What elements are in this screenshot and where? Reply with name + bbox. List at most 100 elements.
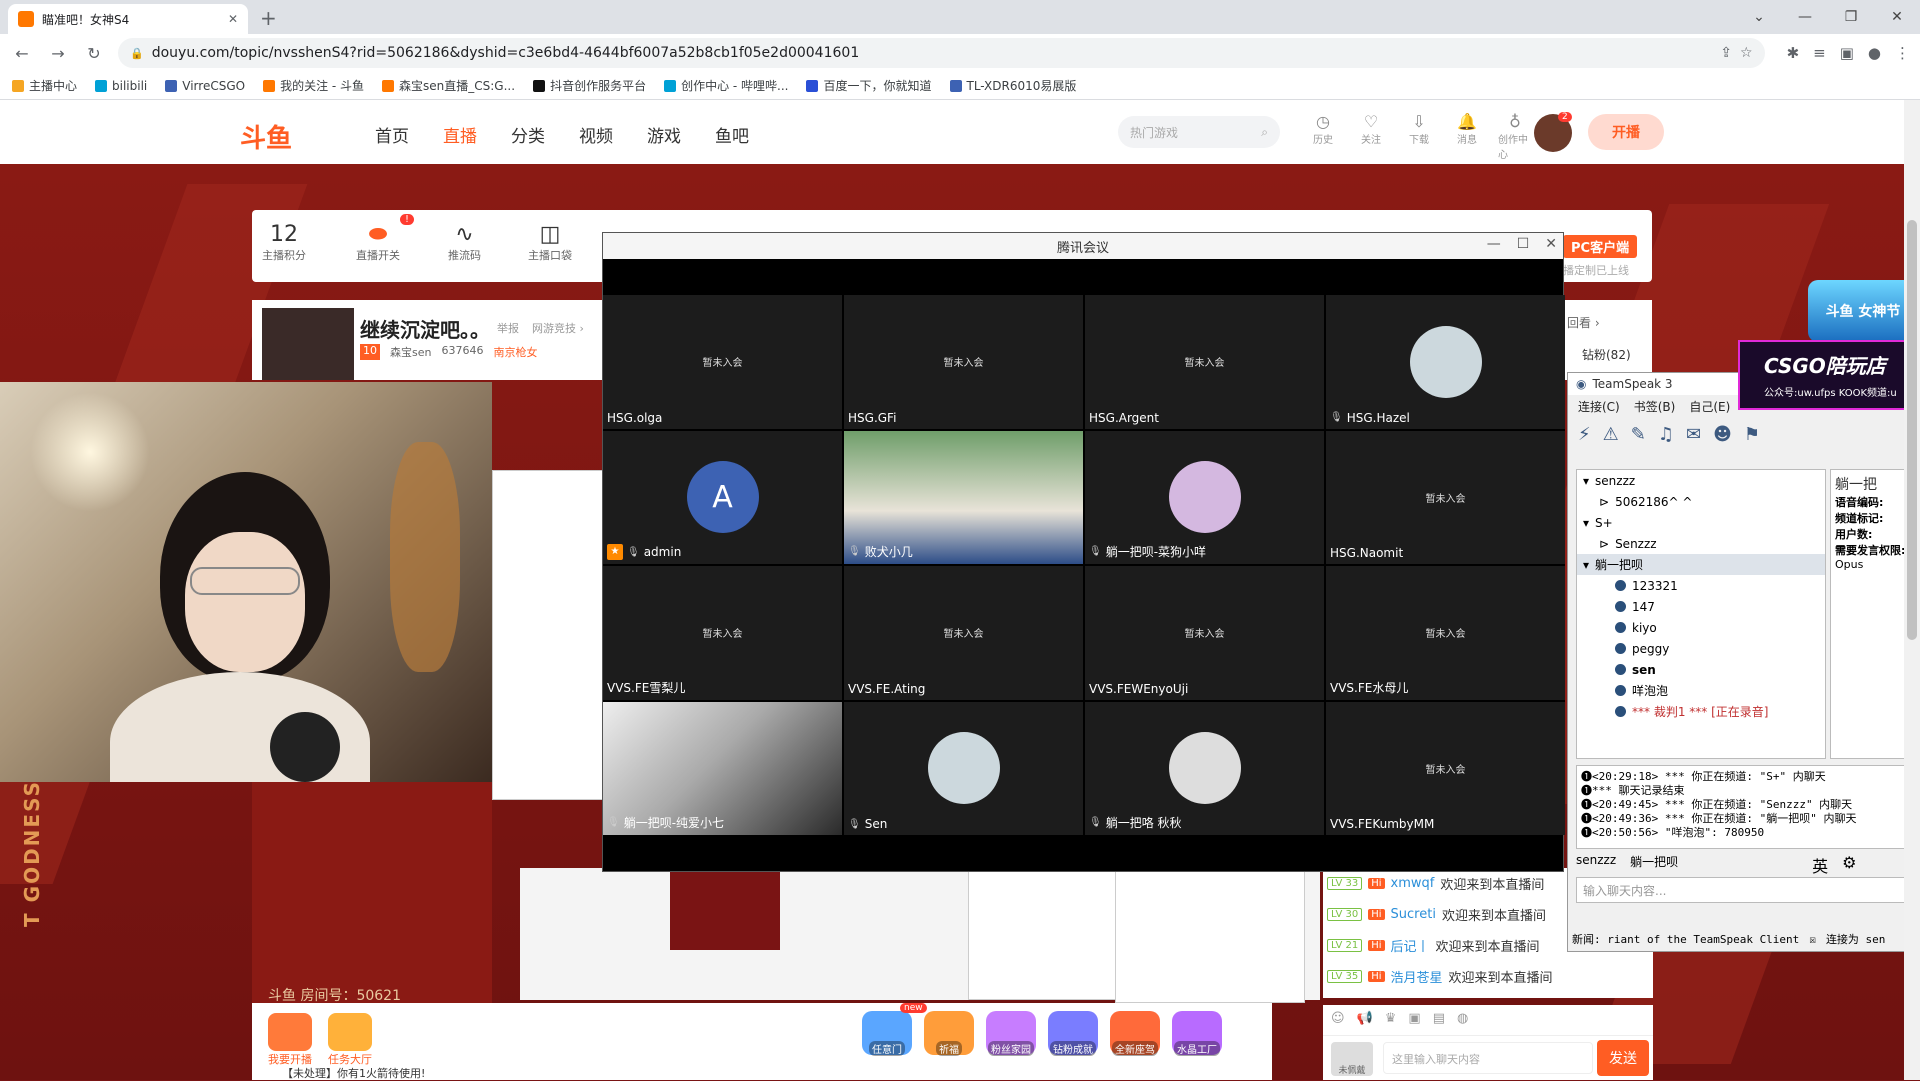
ime-indicator[interactable]: 英 <box>1812 853 1828 877</box>
mute-mic-icon[interactable]: ✎ <box>1631 424 1646 445</box>
room-avatar[interactable] <box>262 308 354 380</box>
go-live-button[interactable]: 开播 <box>1588 114 1664 150</box>
ts-tree-item[interactable]: ⊳ Senzzz <box>1577 533 1825 554</box>
settings-gear-icon[interactable]: ⚙ <box>1842 853 1856 877</box>
ts-tree-item[interactable]: 147 <box>1577 596 1825 617</box>
emoji-icon[interactable]: ☺ <box>1331 1011 1345 1029</box>
chat-username[interactable]: 后记丨 <box>1391 936 1430 955</box>
participant-tile[interactable]: 🎙 败犬小几 <box>844 430 1083 564</box>
contacts-icon[interactable]: ☻ <box>1713 424 1732 445</box>
chat-username[interactable]: 浩月苍星 <box>1391 967 1443 986</box>
chat-input[interactable]: 这里输入聊天内容 <box>1383 1042 1593 1074</box>
ts-tab-channel[interactable]: 躺一把呗 <box>1630 853 1678 877</box>
ts-news-close-icon[interactable]: ☒ <box>1809 933 1816 946</box>
watch-back-link[interactable]: 回看 › <box>1567 314 1600 331</box>
search-input[interactable]: 热门游戏 ⌕ <box>1118 116 1280 148</box>
send-button[interactable]: 发送 <box>1597 1040 1649 1076</box>
participant-tile[interactable]: 暂未入会 VVS.FEKumbyMM <box>1326 701 1565 835</box>
share-icon[interactable]: ⇪ <box>1720 45 1732 61</box>
chat-username[interactable]: Sucreti <box>1391 907 1436 922</box>
live-switch[interactable]: ⬬ 直播开关 <box>356 222 400 263</box>
nav-item[interactable]: 分类 <box>511 122 545 147</box>
nav-item[interactable]: 鱼吧 <box>715 122 749 147</box>
extensions-icon[interactable]: ✱ <box>1787 44 1800 62</box>
card-icon[interactable]: ▤ <box>1433 1011 1445 1029</box>
nav-item[interactable]: 视频 <box>579 122 613 147</box>
ts-tree-item[interactable]: ▾ senzzz <box>1577 470 1825 491</box>
report-link[interactable]: 举报 <box>497 320 519 336</box>
room-category[interactable]: 网游竞技 › <box>532 320 584 336</box>
push-code[interactable]: ∿ 推流码 <box>448 222 481 263</box>
participant-tile[interactable]: 暂未入会 VVS.FE.Ating <box>844 566 1083 700</box>
reload-icon[interactable]: ↻ <box>82 44 106 63</box>
minimize-icon[interactable]: — <box>1487 236 1501 252</box>
ts-menu-item[interactable]: 自己(E) <box>1689 398 1730 415</box>
bookmark-item[interactable]: TL-XDR6010易展版 <box>949 77 1076 94</box>
chat-username[interactable]: xmwqf <box>1391 876 1435 891</box>
maximize-icon[interactable]: ☐ <box>1517 236 1530 252</box>
bookmark-item[interactable]: 百度一下，你就知道 <box>806 77 932 94</box>
header-icon-0[interactable]: ◷ 历史 <box>1306 112 1340 161</box>
back-icon[interactable]: ← <box>10 44 34 63</box>
gift-item[interactable]: 粉丝家园 <box>986 1011 1036 1056</box>
ts-tree-item[interactable]: 咩泡泡 <box>1577 680 1825 701</box>
participant-tile[interactable]: 暂未入会 VVS.FEWEnyoUji <box>1085 566 1324 700</box>
rocket-notice[interactable]: 【未处理】你有1火箭待使用! <box>282 1065 425 1081</box>
pc-client-button[interactable]: PC客户端 <box>1563 235 1638 258</box>
participant-tile[interactable]: 暂未入会 HSG.Naomit <box>1326 430 1565 564</box>
bookmark-star-icon[interactable]: ☆ <box>1740 45 1753 61</box>
header-icon-3[interactable]: 🔔 消息 <box>1450 112 1484 161</box>
menu-icon[interactable]: ⋮ <box>1895 44 1910 62</box>
ts-tree-item[interactable]: ⊳ 5062186^ ^ <box>1577 491 1825 512</box>
disconnect-icon[interactable]: ⚠ <box>1603 424 1619 445</box>
bookmark-item[interactable]: 创作中心 - 哔哩哔... <box>664 77 788 94</box>
participant-tile[interactable]: 暂未入会 VVS.FE雪梨儿 <box>603 566 842 700</box>
bookmark-item[interactable]: bilibili <box>95 79 147 93</box>
minimize-icon[interactable]: — <box>1782 0 1828 34</box>
participant-tile[interactable]: 🎙 躺一把呗-纯爱小七 <box>603 701 842 835</box>
forward-icon[interactable]: → <box>46 44 70 63</box>
connect-icon[interactable]: ⚡ <box>1578 424 1591 445</box>
participant-tile[interactable]: 🎙 躺一把呗-菜狗小咩 <box>1085 430 1324 564</box>
anchor-name[interactable]: 森宝sen <box>390 344 431 360</box>
sidepanel-icon[interactable]: ▣ <box>1840 44 1854 62</box>
ts-tree-item[interactable]: *** 裁判1 *** [正在录音] <box>1577 701 1825 722</box>
header-icon-2[interactable]: ⇩ 下载 <box>1402 112 1436 161</box>
close-window-icon[interactable]: ✕ <box>1874 0 1920 34</box>
search-icon[interactable]: ⌕ <box>1261 125 1268 140</box>
bookmark-item[interactable]: 我的关注 - 斗鱼 <box>263 77 364 94</box>
gift-item[interactable]: 任意门 <box>862 1011 912 1056</box>
gift-item[interactable]: 水晶工厂 <box>1172 1011 1222 1056</box>
csgo-ad-banner[interactable]: 斗鱼 女神节 CSGO陪玩店 公众号:uw.ufps KOOK频道:u <box>1738 280 1920 412</box>
participant-tile[interactable]: 暂未入会 VVS.FE水母儿 <box>1326 566 1565 700</box>
anchor-score[interactable]: 12 主播积分 <box>262 222 306 263</box>
ts-tree-item[interactable]: ▾ S+ <box>1577 512 1825 533</box>
participant-tile[interactable]: 🎙 躺一把咯 秋秋 <box>1085 701 1324 835</box>
bookmark-item[interactable]: 主播中心 <box>12 77 77 94</box>
region-tag[interactable]: 南京枪女 <box>493 344 537 360</box>
participant-tile[interactable]: 🎙 HSG.Hazel <box>1326 295 1565 429</box>
bookmark-item[interactable]: 森宝sen直播_CS:G... <box>382 77 515 94</box>
shield-icon[interactable]: ◍ <box>1457 1011 1468 1029</box>
mute-speaker-icon[interactable]: ♫ <box>1658 424 1674 445</box>
chat-bubble-icon[interactable]: ✉ <box>1686 424 1701 445</box>
new-tab-icon[interactable]: + <box>260 6 277 30</box>
ts-menu-item[interactable]: 书签(B) <box>1634 398 1676 415</box>
anchor-pocket[interactable]: ◫ 主播口袋 <box>528 222 572 263</box>
profile-icon[interactable]: ● <box>1868 44 1881 62</box>
horn-icon[interactable]: 📢 <box>1357 1011 1373 1029</box>
ts-tree-item[interactable]: 123321 <box>1577 575 1825 596</box>
badge-avatar[interactable]: 未佩戴 <box>1331 1042 1373 1076</box>
header-icon-4[interactable]: ♁ 创作中心 <box>1498 112 1532 161</box>
reading-list-icon[interactable]: ≡ <box>1813 44 1826 62</box>
participant-tile[interactable]: 暂未入会 HSG.GFi <box>844 295 1083 429</box>
nav-item[interactable]: 直播 <box>443 122 477 147</box>
participant-tile[interactable]: 🎙 Sen <box>844 701 1083 835</box>
ts-tree-item[interactable]: ▾ 躺一把呗 <box>1577 554 1825 575</box>
away-icon[interactable]: ⚑ <box>1744 424 1760 445</box>
restore-icon[interactable]: ❐ <box>1828 0 1874 34</box>
ts-tree-item[interactable]: kiyo <box>1577 617 1825 638</box>
participant-tile[interactable]: A ★ 🎙 admin <box>603 430 842 564</box>
nav-item[interactable]: 游戏 <box>647 122 681 147</box>
bookmark-item[interactable]: VirreCSGO <box>165 79 245 93</box>
